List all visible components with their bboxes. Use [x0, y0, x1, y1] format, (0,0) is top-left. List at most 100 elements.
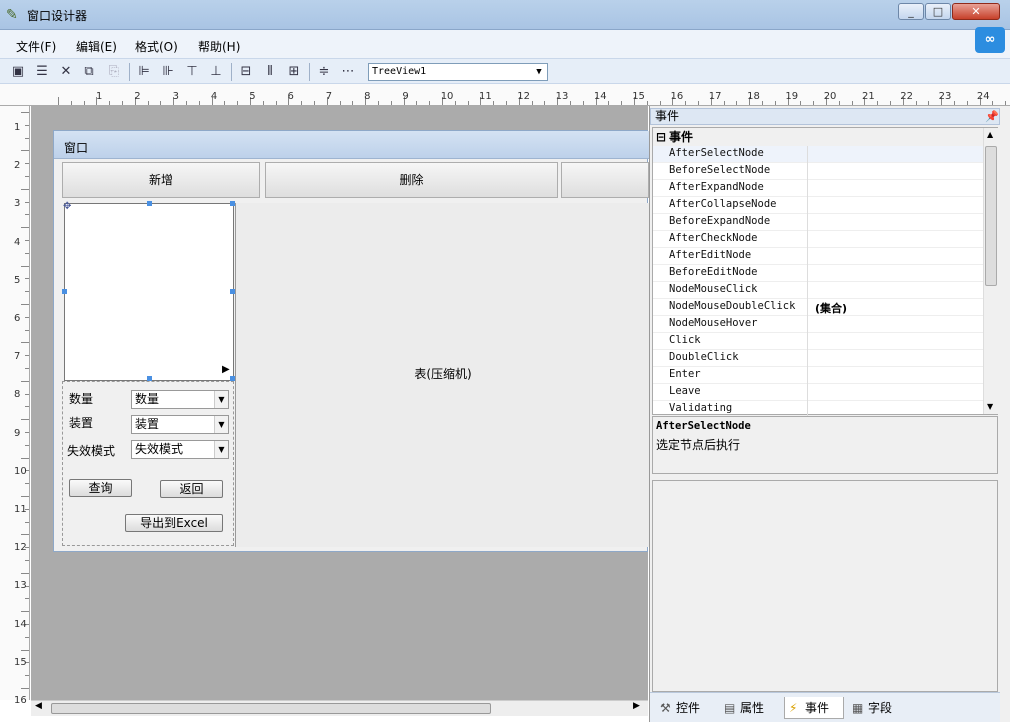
delete-button[interactable]: 删除 [265, 162, 558, 198]
event-row[interactable]: BeforeSelectNode [653, 163, 985, 180]
chevron-down-icon[interactable]: ▼ [987, 402, 993, 411]
resize-handle[interactable] [62, 289, 67, 294]
tab-fields[interactable]: ▦ 字段 [848, 697, 910, 719]
event-row[interactable]: AfterExpandNode [653, 180, 985, 197]
chevron-left-icon[interactable]: ◀ [35, 701, 42, 711]
paste-icon[interactable]: ⎘ [105, 63, 123, 81]
event-row[interactable]: AfterCheckNode [653, 231, 985, 248]
menu-edit[interactable]: 编辑(E) [76, 38, 117, 55]
pin-icon[interactable]: 📌 [985, 109, 999, 124]
scrollbar-thumb[interactable] [51, 703, 491, 714]
extra-button[interactable] [561, 162, 649, 198]
tab-controls[interactable]: ⚒ 控件 [656, 697, 718, 719]
cloud-icon[interactable]: ∞ [975, 27, 1005, 53]
event-row[interactable]: NodeMouseClick [653, 282, 985, 299]
menu-help[interactable]: 帮助(H) [198, 38, 240, 55]
properties-icon[interactable]: ☰ [33, 63, 51, 81]
control-selector[interactable]: TreeView1 ▼ [368, 63, 548, 81]
event-row[interactable]: NodeMouseDoubleClick (集合) [653, 299, 985, 316]
failure-mode-select[interactable]: 失效模式 ▼ [131, 440, 229, 459]
minimize-button[interactable]: _ [898, 3, 924, 20]
resize-handle[interactable] [147, 201, 152, 206]
chevron-down-icon[interactable]: ▼ [214, 391, 228, 408]
event-value[interactable]: (集合) [815, 300, 847, 316]
event-row[interactable]: Enter [653, 367, 985, 384]
ruler-tick [70, 101, 72, 105]
category-row[interactable]: ⊟ 事件 [653, 128, 985, 146]
back-button[interactable]: 返回 [160, 480, 223, 498]
device-select-value: 装置 [135, 417, 160, 431]
maximize-button[interactable]: □ [925, 3, 951, 20]
event-row[interactable]: AfterSelectNode [653, 146, 985, 163]
cut-icon[interactable]: ✕ [57, 63, 75, 81]
ruler-tick [301, 101, 303, 105]
device-select[interactable]: 装置 ▼ [131, 415, 229, 434]
same-height-icon[interactable]: ⫴ [261, 63, 279, 81]
tab-properties[interactable]: ▤ 属性 [720, 697, 782, 719]
event-row[interactable]: AfterEditNode [653, 248, 985, 265]
ruler-tick [25, 201, 29, 203]
quantity-select[interactable]: 数量 ▼ [131, 390, 229, 409]
align-bottom-icon[interactable]: ⊥ [207, 63, 225, 81]
ruler-tick [21, 304, 29, 305]
event-name: AfterExpandNode [669, 181, 764, 193]
tree-view[interactable]: ✥ ▶ [62, 201, 235, 381]
ruler-tick [224, 101, 226, 105]
ruler-tick [25, 240, 29, 241]
copy-icon[interactable]: ⧉ [80, 63, 98, 81]
vertical-ruler: 1 2 3 4 5 6 7 8 9 10 11 12 13 14 15 16 [0, 106, 30, 706]
event-row[interactable]: NodeMouseHover [653, 316, 985, 333]
event-row[interactable]: BeforeExpandNode [653, 214, 985, 231]
close-button[interactable]: ✕ [952, 3, 1000, 20]
menu-format[interactable]: 格式(O) [135, 38, 178, 55]
ruler-tick [275, 101, 277, 105]
ruler-label: 15 [14, 656, 27, 668]
ruler-label: 21 [862, 91, 875, 102]
query-button[interactable]: 查询 [69, 479, 132, 497]
align-left-icon[interactable]: ⊫ [135, 63, 153, 81]
same-size-icon[interactable]: ⊞ [285, 63, 303, 81]
failure-mode-select-value: 失效模式 [135, 442, 184, 456]
vertical-scrollbar[interactable]: ▲ ▼ [983, 128, 998, 414]
align-top-icon[interactable]: ⊤ [183, 63, 201, 81]
chevron-up-icon[interactable]: ▲ [987, 130, 993, 139]
event-row[interactable]: DoubleClick [653, 350, 985, 367]
export-excel-button[interactable]: 导出到Excel [125, 514, 223, 532]
event-row[interactable]: BeforeEditNode [653, 265, 985, 282]
ruler-tick [25, 675, 29, 677]
ruler-label: 5 [14, 274, 21, 286]
ruler-label: 16 [670, 91, 684, 102]
move-icon[interactable]: ✥ [63, 201, 71, 212]
chevron-right-icon[interactable]: ▶ [633, 701, 640, 711]
ruler-tick [915, 101, 917, 105]
ruler-tick [58, 97, 59, 105]
event-row[interactable]: Click [653, 333, 985, 350]
cursor-icon: ▶ [222, 364, 230, 375]
lower-pane [652, 480, 998, 692]
menu-file[interactable]: 文件(F) [16, 38, 56, 55]
vertical-spacing-icon[interactable]: ≑ [315, 63, 333, 81]
ruler-tick [646, 101, 648, 105]
event-row[interactable]: AfterCollapseNode [653, 197, 985, 214]
ruler-tick [890, 101, 891, 105]
ruler-label: 7 [325, 91, 333, 102]
chevron-down-icon[interactable]: ▼ [531, 64, 547, 80]
panel-tabs: ⚒ 控件 ▤ 属性 ⚡ 事件 ▦ 字段 [650, 692, 1000, 722]
horizontal-spacing-icon[interactable]: ⋯ [339, 63, 357, 81]
ruler-tick [954, 101, 955, 105]
ruler-tick [390, 101, 392, 105]
chevron-down-icon[interactable]: ▼ [214, 416, 228, 433]
scrollbar-thumb[interactable] [985, 146, 997, 286]
event-row[interactable]: Leave [653, 384, 985, 401]
chevron-down-icon[interactable]: ▼ [214, 441, 228, 458]
same-width-icon[interactable]: ⊟ [237, 63, 255, 81]
form-window[interactable]: 窗口 新增 删除 ✥ ▶ 表(压缩机) 数量 数量 ▼ 装置 装置 ▼ 失效模式… [53, 130, 649, 552]
tab-events[interactable]: ⚡ 事件 [784, 697, 844, 719]
align-right-icon[interactable]: ⊪ [159, 63, 177, 81]
horizontal-scrollbar[interactable]: ◀ ▶ [31, 700, 648, 716]
save-icon[interactable]: ▣ [9, 63, 27, 81]
add-button[interactable]: 新增 [62, 162, 260, 198]
collapse-icon[interactable]: ⊟ [656, 128, 666, 146]
table-view[interactable]: 表(压缩机) [235, 203, 649, 547]
event-grid[interactable]: ⊟ 事件 AfterSelectNode BeforeSelectNode Afte… [652, 127, 998, 418]
